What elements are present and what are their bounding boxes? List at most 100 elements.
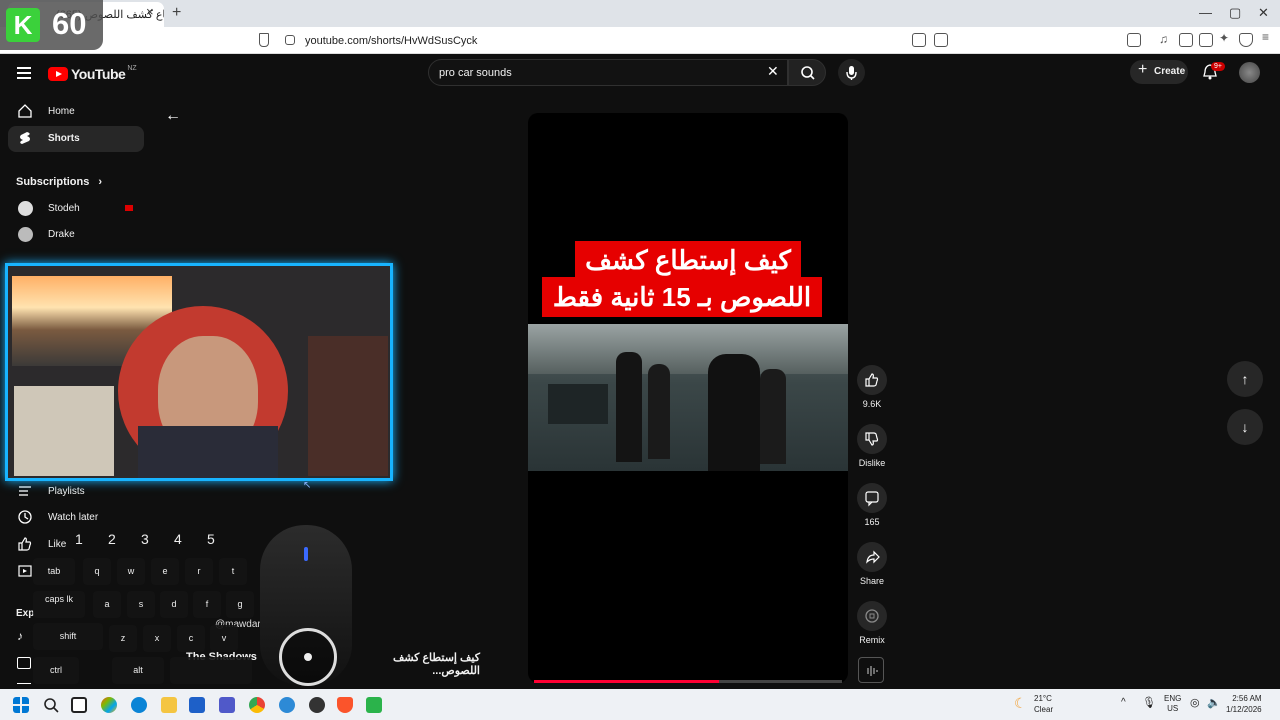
- moon-icon: ☾: [1014, 695, 1027, 711]
- menu-icon[interactable]: ≡: [1262, 30, 1276, 44]
- maximize-button[interactable]: ▢: [1229, 5, 1241, 21]
- sound-wave-icon: [867, 666, 878, 676]
- sound-button[interactable]: [858, 657, 884, 683]
- minimize-button[interactable]: —: [1199, 5, 1212, 20]
- task-view-icon[interactable]: [71, 697, 87, 713]
- mic-tray-icon[interactable]: 🎙: [1142, 696, 1156, 709]
- video-icon: [18, 565, 32, 577]
- key-q: q: [83, 558, 111, 585]
- new-tab-button[interactable]: +: [172, 4, 181, 22]
- clock-icon: [18, 510, 32, 524]
- store-icon[interactable]: [189, 697, 205, 713]
- key-1: 1: [75, 531, 83, 547]
- webcam-overlay: [5, 263, 393, 481]
- search-clear-button[interactable]: ✕: [767, 63, 779, 80]
- tab-close-button[interactable]: ×: [146, 4, 154, 19]
- network-icon[interactable]: ◎: [1190, 696, 1200, 709]
- sidebar-item-label: Drake: [48, 229, 75, 240]
- file-explorer-icon[interactable]: [161, 697, 177, 713]
- key-w: w: [117, 558, 145, 585]
- address-bar-row: youtube.com/shorts/HvWdSusCyck ♫ ✦ ≡: [0, 27, 1280, 75]
- chevron-up-icon[interactable]: ^: [1121, 697, 1126, 708]
- site-settings-icon[interactable]: [285, 35, 295, 45]
- vpn-icon[interactable]: [1239, 33, 1253, 47]
- window-close-button[interactable]: ✕: [1258, 5, 1269, 21]
- sidebar-item-label: Like: [48, 539, 67, 550]
- nvidia-icon[interactable]: [366, 697, 382, 713]
- previous-short-button[interactable]: ↑: [1227, 361, 1263, 397]
- edge-icon[interactable]: [131, 697, 147, 713]
- sidebar-sub-drake[interactable]: Drake: [8, 222, 144, 248]
- next-short-button[interactable]: ↓: [1227, 409, 1263, 445]
- video-caption-line-1: كيف إستطاع كشف: [575, 241, 801, 279]
- search-input[interactable]: pro car sounds: [428, 59, 788, 86]
- sidebar-item-label: Playlists: [48, 486, 85, 497]
- desk: [548, 384, 608, 424]
- key-c: c: [177, 625, 205, 652]
- music-icon[interactable]: ♫: [1159, 32, 1173, 46]
- search-button[interactable]: [788, 59, 826, 86]
- obs-icon[interactable]: [309, 697, 325, 713]
- leo-ai-icon[interactable]: ✦: [1219, 31, 1233, 45]
- comments-button[interactable]: 165: [856, 483, 888, 527]
- youtube-logo[interactable]: YouTube NZ: [48, 65, 137, 82]
- language-code: ENG: [1164, 694, 1182, 703]
- sidebar-sub-stodeh[interactable]: Stodeh: [8, 196, 144, 222]
- language-indicator[interactable]: ENG US: [1164, 694, 1181, 714]
- weather-widget[interactable]: 21°C Clear: [1034, 693, 1053, 715]
- mail-icon[interactable]: [279, 697, 295, 713]
- weather-temp: 21°C: [1034, 694, 1052, 703]
- dislike-button[interactable]: Dislike: [856, 424, 888, 468]
- volume-icon[interactable]: 🔈: [1207, 696, 1221, 709]
- key-s: s: [127, 591, 155, 618]
- fps-counter: K 60: [0, 0, 103, 50]
- subscriptions-header[interactable]: Subscriptions ›: [16, 176, 102, 188]
- wallet-icon[interactable]: [1199, 33, 1213, 47]
- windows-start-icon[interactable]: [13, 697, 29, 713]
- film-icon[interactable]: [17, 657, 31, 669]
- person-4: [760, 369, 786, 464]
- share-page-icon[interactable]: [934, 33, 948, 47]
- shorts-video-player[interactable]: كيف إستطاع كشف اللصوص بـ 15 ثانية فقط: [528, 113, 848, 683]
- sidebar-item-shorts[interactable]: Shorts: [8, 126, 144, 152]
- back-arrow-icon[interactable]: ←: [165, 107, 181, 125]
- sidebar-toggle-icon[interactable]: [1127, 33, 1141, 47]
- like-button[interactable]: 9.6K: [856, 365, 888, 409]
- video-caption-line-2: اللصوص بـ 15 ثانية فقط: [542, 277, 822, 317]
- sidebar-item-home[interactable]: Home: [8, 99, 144, 125]
- explore-header: Exp: [16, 608, 35, 619]
- key-f: f: [193, 591, 221, 618]
- create-button[interactable]: + Create: [1130, 60, 1188, 84]
- copilot-icon[interactable]: [101, 697, 117, 713]
- system-clock[interactable]: 2:56 AM 1/12/2026: [1226, 693, 1262, 715]
- click-indicator: [279, 628, 337, 686]
- remix-button[interactable]: Remix: [856, 601, 888, 645]
- cast-icon[interactable]: [912, 33, 926, 47]
- reader-icon[interactable]: [1179, 33, 1193, 47]
- music-icon[interactable]: ♪: [17, 629, 23, 643]
- hamburger-menu-icon[interactable]: [17, 67, 31, 79]
- fps-logo: K: [6, 8, 40, 42]
- chrome-icon[interactable]: [249, 697, 265, 713]
- bookmark-icon[interactable]: [259, 33, 269, 47]
- sidebar-item-label: Shorts: [48, 133, 80, 144]
- thumbs-up-icon: [865, 373, 879, 387]
- voice-search-button[interactable]: [838, 59, 865, 86]
- brave-icon[interactable]: [337, 697, 353, 713]
- keyboard-layout: US: [1167, 704, 1179, 713]
- video-progress-bar[interactable]: [534, 680, 842, 683]
- partial-sidebar-icon[interactable]: [17, 683, 31, 687]
- sidebar-item-playlists[interactable]: Playlists: [8, 479, 144, 505]
- windows-taskbar: ☾ 21°C Clear ^ 🎙 ENG US ◎ 🔈 2:56 AM 1/12…: [0, 689, 1280, 720]
- teams-icon[interactable]: [219, 697, 235, 713]
- account-avatar[interactable]: [1239, 62, 1260, 83]
- video-description[interactable]: كيف إستطاع كشف اللصوص...: [347, 651, 480, 677]
- mouse-wheel: [304, 547, 308, 561]
- home-icon: [18, 104, 32, 118]
- share-button[interactable]: Share: [856, 542, 888, 586]
- sidebar-item-watch-later[interactable]: Watch later: [8, 505, 144, 531]
- search-icon[interactable]: [43, 697, 59, 713]
- mic-icon: [846, 66, 857, 80]
- url-field[interactable]: youtube.com/shorts/HvWdSusCyck: [305, 35, 477, 47]
- key-x: x: [143, 625, 171, 652]
